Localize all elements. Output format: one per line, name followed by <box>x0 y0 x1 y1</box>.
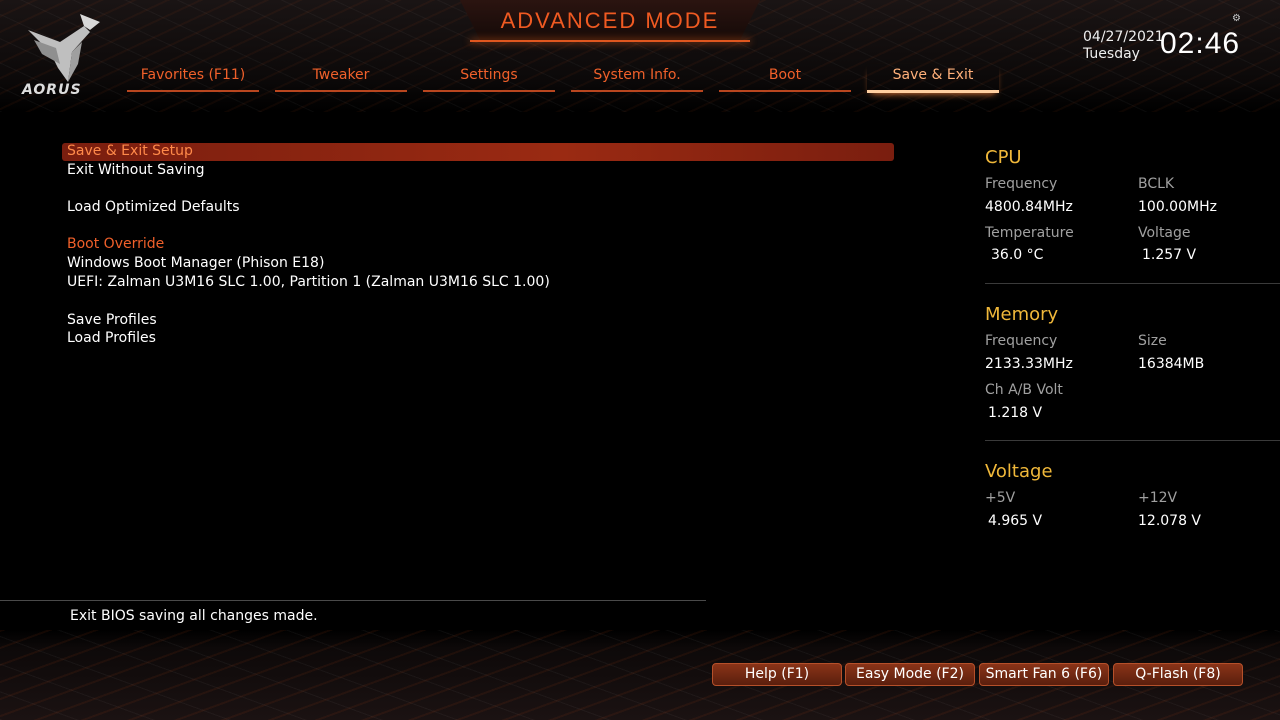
menu-exit-without-saving[interactable]: Exit Without Saving <box>67 162 205 178</box>
help-description: Exit BIOS saving all changes made. <box>70 608 318 624</box>
cpu-bclk-value: 100.00MHz <box>1138 199 1217 215</box>
tab-favorites[interactable]: Favorites (F11) <box>127 64 259 92</box>
memory-frequency-value: 2133.33MHz <box>985 356 1073 372</box>
cpu-temperature-value: 36.0 °C <box>991 247 1044 263</box>
cpu-frequency-value: 4800.84MHz <box>985 199 1073 215</box>
tab-boot[interactable]: Boot <box>719 64 851 92</box>
boot-option-uefi-usb[interactable]: UEFI: Zalman U3M16 SLC 1.00, Partition 1… <box>67 274 550 290</box>
logo-wordmark: AORUS <box>22 82 82 98</box>
date-display: 04/27/2021 Tuesday <box>1083 29 1164 63</box>
cpu-bclk-label: BCLK <box>1138 176 1175 192</box>
memory-frequency-label: Frequency <box>985 333 1058 349</box>
gear-icon[interactable]: ⚙ <box>1232 13 1241 24</box>
tab-save-exit[interactable]: Save & Exit <box>867 64 999 93</box>
memory-section-title: Memory <box>985 304 1059 325</box>
smart-fan-button[interactable]: Smart Fan 6 (F6) <box>979 663 1109 686</box>
cpu-temperature-label: Temperature <box>985 225 1074 241</box>
help-divider <box>0 600 706 601</box>
memory-chab-volt-label: Ch A/B Volt <box>985 382 1063 398</box>
voltage-12v-value: 12.078 V <box>1138 513 1202 529</box>
aorus-eagle-icon <box>28 14 100 82</box>
memory-size-label: Size <box>1138 333 1167 349</box>
clock: 02:46 <box>1160 27 1241 60</box>
boot-option-windows[interactable]: Windows Boot Manager (Phison E18) <box>67 255 324 271</box>
voltage-5v-value: 4.965 V <box>988 513 1043 529</box>
tab-tweaker[interactable]: Tweaker <box>275 64 407 92</box>
voltage-12v-label: +12V <box>1138 490 1178 506</box>
panel-divider <box>985 283 1280 284</box>
menu-load-profiles[interactable]: Load Profiles <box>67 330 156 346</box>
date-text: 04/27/2021 <box>1083 29 1164 45</box>
tab-system-info[interactable]: System Info. <box>571 64 703 92</box>
tab-settings[interactable]: Settings <box>423 64 555 92</box>
page-title: ADVANCED MODE <box>500 8 720 33</box>
cpu-section-title: CPU <box>985 147 1022 168</box>
memory-size-value: 16384MB <box>1138 356 1205 372</box>
panel-divider <box>985 440 1280 441</box>
boot-override-header: Boot Override <box>67 236 165 252</box>
qflash-button[interactable]: Q-Flash (F8) <box>1113 663 1243 686</box>
voltage-section-title: Voltage <box>985 461 1053 482</box>
menu-save-exit-setup[interactable]: Save & Exit Setup <box>67 143 193 159</box>
memory-chab-volt-value: 1.218 V <box>988 405 1043 421</box>
help-button[interactable]: Help (F1) <box>712 663 842 686</box>
title-underline <box>470 40 750 42</box>
weekday-text: Tuesday <box>1083 46 1140 62</box>
menu-load-optimized-defaults[interactable]: Load Optimized Defaults <box>67 199 240 215</box>
cpu-frequency-label: Frequency <box>985 176 1058 192</box>
cpu-voltage-label: Voltage <box>1138 225 1191 241</box>
cpu-voltage-value: 1.257 V <box>1142 247 1197 263</box>
menu-save-profiles[interactable]: Save Profiles <box>67 312 157 328</box>
voltage-5v-label: +5V <box>985 490 1016 506</box>
easy-mode-button[interactable]: Easy Mode (F2) <box>845 663 975 686</box>
